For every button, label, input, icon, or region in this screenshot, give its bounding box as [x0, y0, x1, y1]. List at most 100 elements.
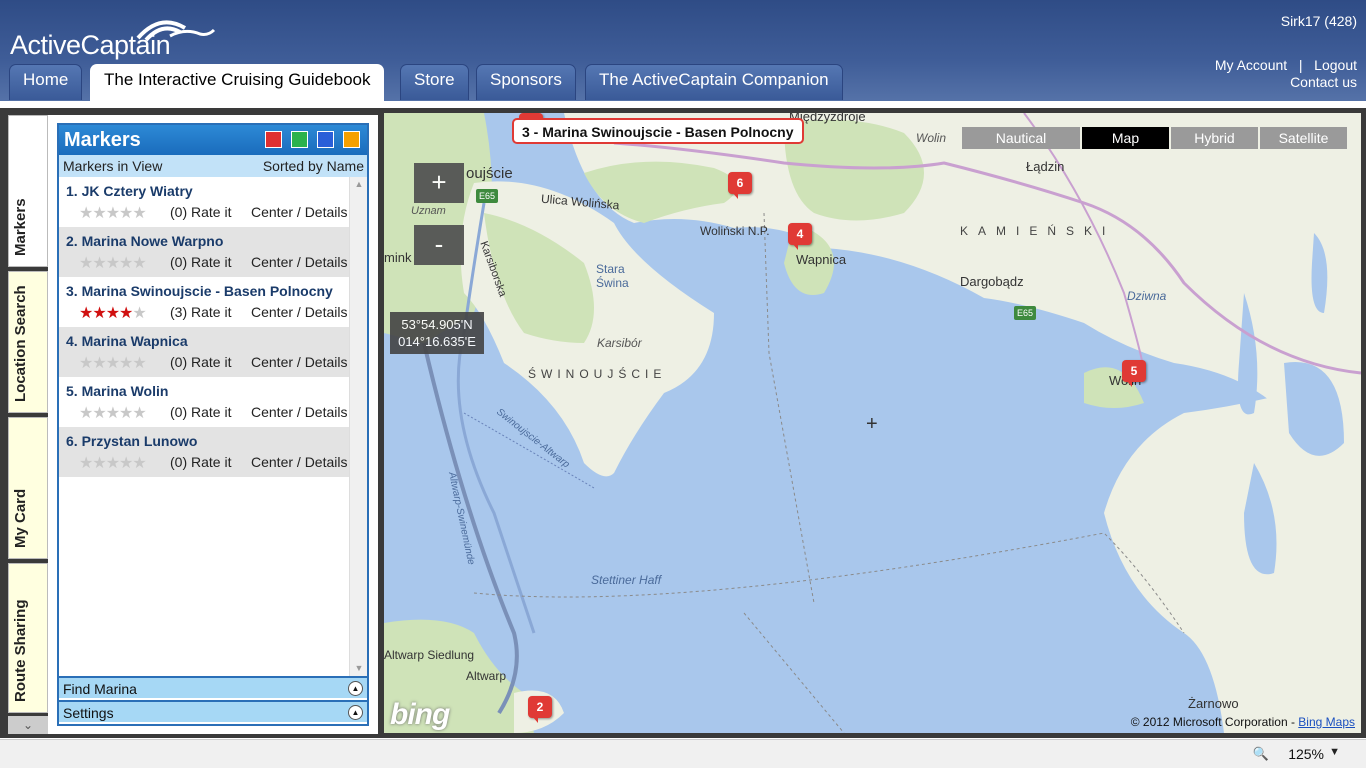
marker-name[interactable]: 3. Marina Swinoujscie - Basen Polnocny — [66, 283, 333, 299]
star-icon[interactable]: ★ — [119, 255, 133, 272]
star-icon[interactable]: ★ — [79, 455, 93, 472]
center-details-link[interactable]: Center / Details — [251, 254, 347, 270]
rating-stars[interactable]: ★★★★★ — [79, 353, 147, 373]
marker-name[interactable]: 5. Marina Wolin — [66, 383, 168, 399]
green-marker-filter[interactable] — [291, 131, 308, 148]
star-icon[interactable]: ★ — [79, 255, 93, 272]
star-icon[interactable]: ★ — [79, 305, 93, 322]
expand-up-icon[interactable]: ▲ — [348, 681, 363, 696]
blue-marker-filter[interactable] — [317, 131, 334, 148]
find-marina-bar[interactable]: Find Marina ▲ — [59, 676, 367, 698]
label-karsibor: Karsibór — [597, 336, 642, 350]
map-pin-4[interactable]: 4 — [788, 223, 812, 250]
star-icon[interactable]: ★ — [106, 305, 120, 322]
side-tab-route-sharing[interactable]: Route Sharing — [8, 563, 48, 713]
rate-it-link[interactable]: (0) Rate it — [170, 254, 231, 270]
center-details-link[interactable]: Center / Details — [251, 204, 347, 220]
tab-sponsors[interactable]: Sponsors — [476, 64, 576, 100]
marker-name[interactable]: 1. JK Cztery Wiatry — [66, 183, 193, 199]
map-pin-2[interactable]: 2 — [528, 696, 552, 723]
contact-us-link[interactable]: Contact us — [1290, 74, 1357, 90]
star-icon[interactable]: ★ — [106, 405, 120, 422]
center-details-link[interactable]: Center / Details — [251, 304, 347, 320]
my-account-link[interactable]: My Account — [1215, 57, 1287, 73]
center-details-link[interactable]: Center / Details — [251, 454, 347, 470]
star-icon[interactable]: ★ — [132, 355, 146, 372]
rate-it-link[interactable]: (0) Rate it — [170, 354, 231, 370]
star-icon[interactable]: ★ — [132, 205, 146, 222]
map-pin-5[interactable]: 5 — [1122, 360, 1146, 387]
side-tab-location-search[interactable]: Location Search — [8, 271, 48, 413]
orange-marker-filter[interactable] — [343, 131, 360, 148]
settings-bar[interactable]: Settings ▲ — [59, 700, 367, 722]
maptype-hybrid[interactable]: Hybrid — [1171, 127, 1258, 149]
star-icon[interactable]: ★ — [132, 455, 146, 472]
star-icon[interactable]: ★ — [92, 205, 106, 222]
rate-it-link[interactable]: (0) Rate it — [170, 204, 231, 220]
rating-stars[interactable]: ★★★★★ — [79, 453, 147, 473]
tab-store[interactable]: Store — [400, 64, 469, 100]
tab-home[interactable]: Home — [9, 64, 83, 100]
rating-stars[interactable]: ★★★★★ — [79, 303, 147, 323]
star-icon[interactable]: ★ — [92, 255, 106, 272]
scroll-down-icon[interactable]: ▼ — [353, 663, 365, 675]
tab-interactive-cruising-guidebook[interactable]: The Interactive Cruising Guidebook — [90, 64, 385, 101]
rate-it-link[interactable]: (0) Rate it — [170, 454, 231, 470]
star-icon[interactable]: ★ — [132, 405, 146, 422]
rate-it-link[interactable]: (0) Rate it — [170, 404, 231, 420]
scroll-up-icon[interactable]: ▲ — [353, 179, 365, 191]
star-icon[interactable]: ★ — [92, 355, 106, 372]
logout-link[interactable]: Logout — [1314, 57, 1357, 73]
star-icon[interactable]: ★ — [106, 455, 120, 472]
expand-up-icon[interactable]: ▲ — [348, 705, 363, 720]
side-tabs-down-icon[interactable]: ⌄ — [8, 716, 48, 734]
star-icon[interactable]: ★ — [79, 355, 93, 372]
star-icon[interactable]: ★ — [132, 255, 146, 272]
star-icon[interactable]: ★ — [119, 305, 133, 322]
center-details-link[interactable]: Center / Details — [251, 354, 347, 370]
marker-name[interactable]: 6. Przystan Lunowo — [66, 433, 197, 449]
star-icon[interactable]: ★ — [119, 405, 133, 422]
rating-stars[interactable]: ★★★★★ — [79, 253, 147, 273]
side-tab-my-card[interactable]: My Card — [8, 417, 48, 559]
rate-it-link[interactable]: (3) Rate it — [170, 304, 231, 320]
marker-name[interactable]: 4. Marina Wapnica — [66, 333, 188, 349]
marker-list-scrollbar[interactable]: ▲ ▼ — [349, 177, 367, 677]
maptype-satellite[interactable]: Satellite — [1260, 127, 1347, 149]
red-marker-filter[interactable] — [265, 131, 282, 148]
side-tab-markers[interactable]: Markers — [8, 115, 48, 267]
label-zarnowo: Żarnowo — [1188, 696, 1239, 711]
rating-stars[interactable]: ★★★★★ — [79, 403, 147, 423]
star-icon[interactable]: ★ — [119, 455, 133, 472]
zoom-dropdown-icon[interactable]: ▼ — [1329, 746, 1340, 758]
marker-callout[interactable]: 3 - Marina Swinoujscie - Basen Polnocny — [512, 118, 804, 144]
sort-order[interactable]: Sorted by Name — [263, 155, 364, 177]
pin-number: 6 — [728, 172, 752, 194]
star-icon[interactable]: ★ — [106, 355, 120, 372]
star-icon[interactable]: ★ — [132, 305, 146, 322]
bing-maps-link[interactable]: Bing Maps — [1298, 715, 1355, 729]
star-icon[interactable]: ★ — [79, 405, 93, 422]
map-view[interactable]: + - 53°54.905'N 014°16.635'E Nautical Ma… — [384, 113, 1361, 733]
activecaptain-logo[interactable]: ActiveCaptain — [10, 8, 220, 60]
rating-stars[interactable]: ★★★★★ — [79, 203, 147, 223]
map-pin-6[interactable]: 6 — [728, 172, 752, 199]
zoom-out-button[interactable]: - — [414, 225, 464, 265]
center-details-link[interactable]: Center / Details — [251, 404, 347, 420]
label-altwarp: Altwarp — [466, 669, 507, 683]
star-icon[interactable]: ★ — [106, 205, 120, 222]
maptype-nautical[interactable]: Nautical — [962, 127, 1080, 149]
zoom-in-button[interactable]: + — [414, 163, 464, 203]
star-icon[interactable]: ★ — [92, 305, 106, 322]
star-icon[interactable]: ★ — [119, 205, 133, 222]
marker-name[interactable]: 2. Marina Nowe Warpno — [66, 233, 223, 249]
tab-activecaptain-companion[interactable]: The ActiveCaptain Companion — [585, 64, 843, 100]
zoom-level[interactable]: 125% — [1288, 746, 1324, 762]
star-icon[interactable]: ★ — [119, 355, 133, 372]
star-icon[interactable]: ★ — [92, 455, 106, 472]
star-icon[interactable]: ★ — [106, 255, 120, 272]
star-icon[interactable]: ★ — [92, 405, 106, 422]
label-wolinski-np: Woliński N.P. — [700, 224, 770, 238]
maptype-map[interactable]: Map — [1082, 127, 1169, 149]
star-icon[interactable]: ★ — [79, 205, 93, 222]
